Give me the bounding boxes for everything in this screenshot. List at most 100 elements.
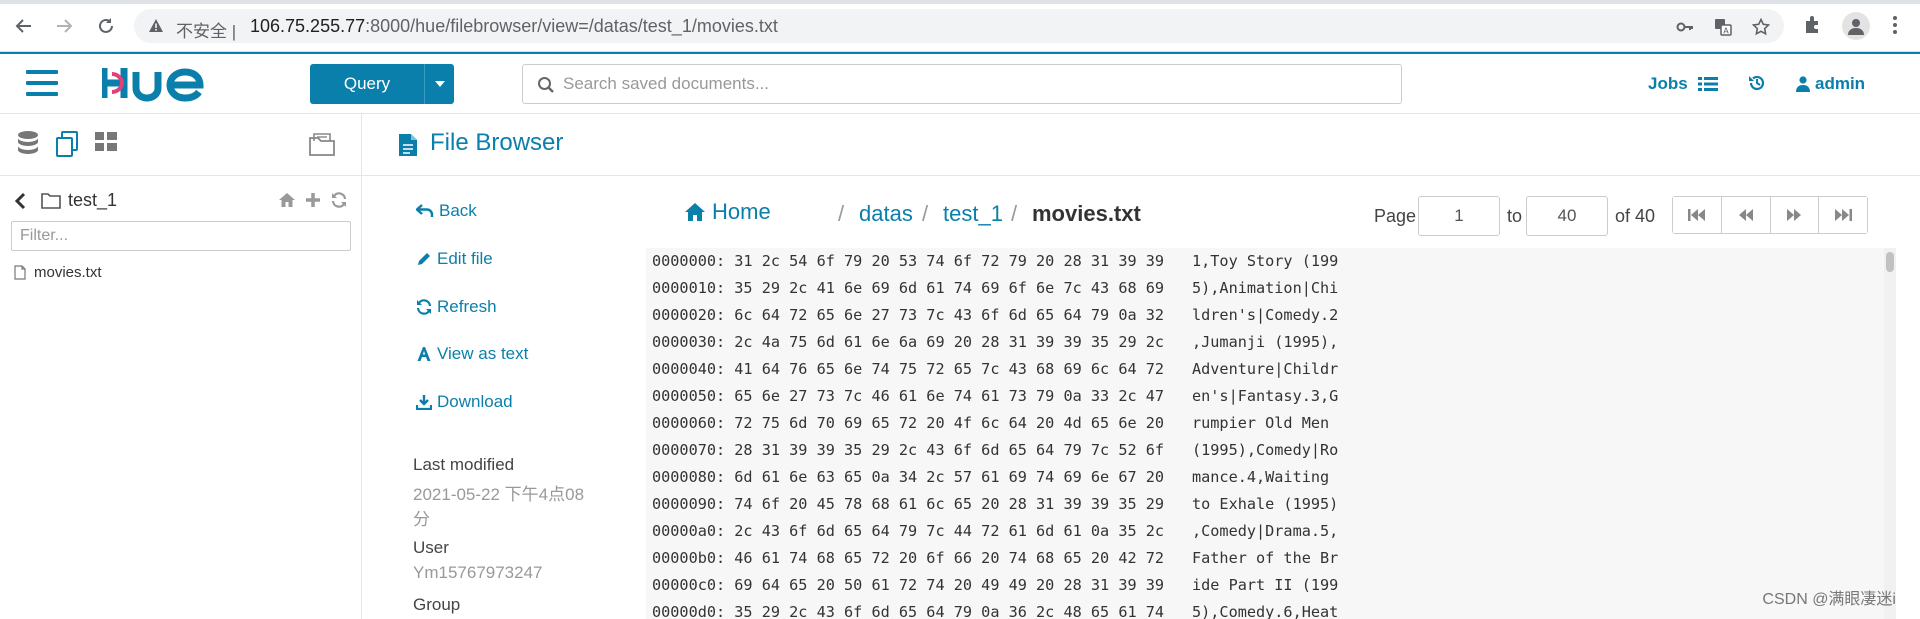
apps-grid-icon[interactable]	[94, 130, 118, 154]
first-page-icon[interactable]	[1673, 197, 1722, 233]
search-box[interactable]	[522, 64, 1402, 104]
hex-ascii: 5),Comedy.6,Heat	[1192, 603, 1339, 619]
user-value: Ym15767973247	[413, 563, 543, 582]
download-link[interactable]: Download	[416, 392, 513, 412]
vertical-scrollbar[interactable]	[1884, 248, 1896, 619]
filter-input[interactable]	[11, 221, 351, 251]
browser-toolbar: 不安全 | 106.75.255.77:8000/hue/filebrowser…	[0, 0, 1920, 52]
page-total-label: of 40	[1615, 206, 1656, 226]
hex-ascii: (1995),Comedy|Ro	[1192, 441, 1339, 459]
hex-offset: 0000040: 41 64 76 65 6e 74 75 72 65 7c 4…	[652, 360, 1165, 378]
translate-icon[interactable]: A	[1714, 18, 1732, 36]
jobs-label[interactable]: Jobs	[1648, 74, 1688, 94]
page-to-input[interactable]	[1526, 196, 1608, 236]
next-page-icon[interactable]	[1770, 197, 1820, 233]
breadcrumb-test-1[interactable]: test_1	[943, 201, 1003, 227]
last-modified-value-cont: 分	[413, 510, 430, 529]
jobs-link[interactable]: Jobs	[1648, 74, 1718, 94]
user-label: User	[413, 538, 449, 557]
jobs-list-icon[interactable]	[1697, 76, 1718, 92]
hex-ascii: rumpier Old Men	[1192, 414, 1339, 432]
hex-offset: 00000a0: 2c 43 6f 6d 65 64 79 7c 44 72 6…	[652, 522, 1165, 540]
extensions-icon[interactable]	[1802, 14, 1826, 38]
address-bar[interactable]: 不安全 | 106.75.255.77:8000/hue/filebrowser…	[134, 9, 1784, 43]
page-title: File Browser	[430, 129, 564, 156]
hex-row: 0000020: 6c 64 72 65 6e 27 73 7c 43 6f 6…	[652, 302, 1338, 329]
group-label: Group	[413, 595, 461, 614]
download-icon	[416, 394, 432, 410]
page-to-label: to	[1507, 206, 1523, 226]
refresh-link[interactable]: Refresh	[416, 297, 497, 317]
hex-row: 0000040: 41 64 76 65 6e 74 75 72 65 7c 4…	[652, 356, 1338, 383]
hex-ascii: to Exhale (1995)	[1192, 495, 1339, 513]
hex-offset: 0000000: 31 2c 54 6f 79 20 53 74 6f 72 7…	[652, 252, 1165, 270]
hex-ascii: ldren's|Comedy.2	[1192, 306, 1339, 324]
hex-offset: 0000030: 2c 4a 75 6d 61 6e 6a 69 20 28 3…	[652, 333, 1165, 351]
hex-content-view: 0000000: 31 2c 54 6f 79 20 53 74 6f 72 7…	[646, 248, 1896, 619]
profile-avatar-icon[interactable]	[1842, 12, 1870, 40]
breadcrumb-datas[interactable]: datas	[859, 201, 913, 227]
home-icon	[684, 202, 706, 222]
edit-file-link[interactable]: Edit file	[416, 249, 493, 269]
back-link[interactable]: Back	[416, 201, 477, 221]
documents-icon[interactable]	[54, 130, 80, 158]
previous-page-icon[interactable]	[1721, 197, 1771, 233]
back-arrow-icon[interactable]	[12, 14, 36, 38]
hex-row: 0000010: 35 29 2c 41 6e 69 6d 61 74 69 6…	[652, 275, 1338, 302]
home-icon[interactable]	[278, 191, 296, 209]
assist-folder-name[interactable]: test_1	[68, 190, 117, 211]
breadcrumb-separator: /	[838, 201, 845, 226]
last-page-icon[interactable]	[1819, 197, 1867, 233]
page-from-input[interactable]	[1418, 196, 1500, 236]
file-name[interactable]: movies.txt	[34, 264, 102, 281]
refresh-icon[interactable]	[330, 191, 348, 209]
security-label: 不安全 |	[176, 22, 237, 41]
chevron-down-icon[interactable]	[435, 81, 445, 87]
tab-strip	[0, 0, 1920, 4]
key-icon[interactable]	[1676, 18, 1694, 36]
hex-ascii: ,Jumanji (1995),	[1192, 333, 1339, 351]
query-button[interactable]: Query	[310, 64, 454, 104]
search-input[interactable]	[563, 65, 1383, 103]
scrollbar-thumb[interactable]	[1886, 252, 1894, 272]
hex-ascii: Father of the Br	[1192, 549, 1339, 567]
font-icon	[416, 346, 432, 362]
hex-ascii: Adventure|Childr	[1192, 360, 1339, 378]
user-menu[interactable]: admin	[1796, 74, 1865, 94]
hex-offset: 00000c0: 69 64 65 20 50 61 72 74 20 49 4…	[652, 576, 1165, 594]
hex-row: 0000000: 31 2c 54 6f 79 20 53 74 6f 72 7…	[652, 248, 1338, 275]
back-arrow-icon	[416, 204, 434, 218]
hex-offset: 0000010: 35 29 2c 41 6e 69 6d 61 74 69 6…	[652, 279, 1165, 297]
query-button-label[interactable]: Query	[310, 64, 424, 104]
refresh-icon	[416, 299, 432, 315]
hex-offset: 0000050: 65 6e 27 73 7c 46 61 6e 74 61 7…	[652, 387, 1165, 405]
hex-offset: 0000060: 72 75 6d 70 69 65 72 20 4f 6c 6…	[652, 414, 1165, 432]
browser-menu-icon[interactable]	[1884, 14, 1908, 38]
url-text[interactable]: 106.75.255.77:8000/hue/filebrowser/view=…	[250, 16, 778, 37]
forward-arrow-icon[interactable]	[52, 14, 76, 38]
user-name[interactable]: admin	[1815, 74, 1865, 94]
breadcrumb-separator: /	[922, 201, 929, 226]
hex-ascii: ide Part II (199	[1192, 576, 1339, 594]
file-icon	[14, 265, 26, 280]
last-modified-value: 2021-05-22 下午4点08	[413, 485, 585, 504]
chevron-left-icon[interactable]	[14, 192, 26, 210]
breadcrumb-home[interactable]: Home	[684, 199, 771, 225]
open-folder-icon[interactable]	[308, 130, 338, 158]
hex-offset: 0000090: 74 6f 20 45 78 68 61 6c 65 20 2…	[652, 495, 1165, 513]
reload-icon[interactable]	[94, 14, 118, 38]
document-icon	[398, 133, 418, 157]
plus-icon[interactable]	[304, 191, 322, 209]
hue-logo[interactable]	[102, 64, 232, 102]
hex-row: 0000060: 72 75 6d 70 69 65 72 20 4f 6c 6…	[652, 410, 1329, 437]
search-icon	[537, 76, 555, 94]
database-icon[interactable]	[16, 130, 40, 158]
bookmark-star-icon[interactable]	[1752, 18, 1770, 36]
warning-icon	[148, 18, 164, 34]
hex-row: 00000b0: 46 61 74 68 65 72 20 6f 66 20 7…	[652, 545, 1338, 572]
history-icon[interactable]	[1747, 73, 1767, 93]
view-as-text-link[interactable]: View as text	[416, 344, 528, 364]
hamburger-menu-icon[interactable]	[26, 70, 58, 96]
file-list-item[interactable]: movies.txt	[14, 264, 102, 281]
hex-offset: 0000070: 28 31 39 39 35 29 2c 43 6f 6d 6…	[652, 441, 1165, 459]
